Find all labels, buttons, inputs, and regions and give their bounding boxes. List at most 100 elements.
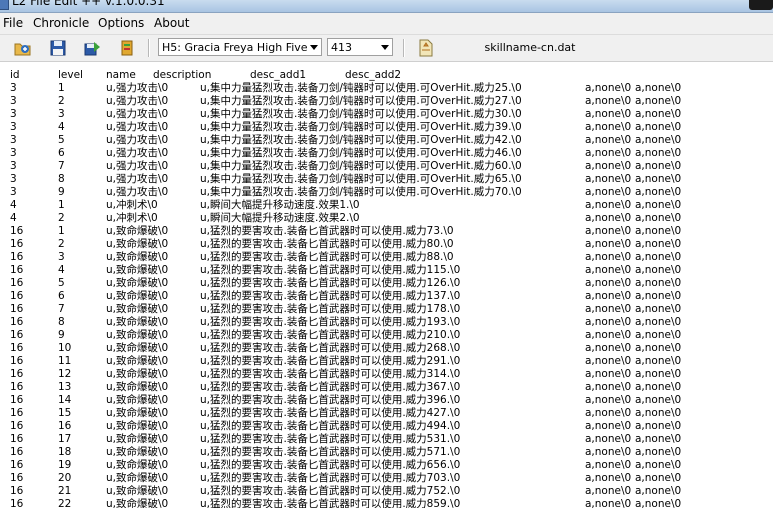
cell-id[interactable]: 16 (10, 290, 23, 303)
cell-id[interactable]: 4 (10, 212, 17, 225)
cell-description[interactable]: u,猛烈的要害攻击.装备匕首武器时可以使用.威力752.\0 (200, 485, 460, 498)
cell-id[interactable]: 16 (10, 407, 23, 420)
cell-id[interactable]: 16 (10, 420, 23, 433)
cell-level[interactable]: 5 (58, 277, 65, 290)
cell-description[interactable]: u,集中力量猛烈攻击.装备刀剑/钝器时可以使用.可OverHit.威力46.\0 (200, 147, 522, 160)
cell-desc-add2[interactable]: a,none\0 (635, 290, 681, 303)
cell-name[interactable]: u,强力攻击\0 (106, 173, 168, 186)
cell-desc-add2[interactable]: a,none\0 (635, 381, 681, 394)
cell-name[interactable]: u,强力攻击\0 (106, 108, 168, 121)
table-row[interactable]: 16 11 u,致命爆破\0 u,猛烈的要害攻击.装备匕首武器时可以使用.威力291.… (0, 355, 773, 368)
cell-id[interactable]: 16 (10, 459, 23, 472)
cell-description[interactable]: u,瞬间大幅提升移动速度.效果1.\0 (200, 199, 360, 212)
cell-description[interactable]: u,猛烈的要害攻击.装备匕首武器时可以使用.威力396.\0 (200, 394, 460, 407)
table-row[interactable]: 3 6 u,强力攻击\0 u,集中力量猛烈攻击.装备刀剑/钝器时可以使用.可OverH… (0, 147, 773, 160)
cell-name[interactable]: u,致命爆破\0 (106, 433, 168, 446)
cell-id[interactable]: 3 (10, 147, 17, 160)
cell-desc-add1[interactable]: a,none\0 (585, 342, 631, 355)
cell-name[interactable]: u,致命爆破\0 (106, 303, 168, 316)
cell-description[interactable]: u,猛烈的要害攻击.装备匕首武器时可以使用.威力314.\0 (200, 368, 460, 381)
cell-desc-add2[interactable]: a,none\0 (635, 355, 681, 368)
cell-desc-add1[interactable]: a,none\0 (585, 498, 631, 508)
save-icon[interactable] (48, 38, 68, 58)
table-row[interactable]: 4 2 u,冲刺术\0 u,瞬间大幅提升移动速度.效果2.\0 a,none\0 a,no… (0, 212, 773, 225)
cell-name[interactable]: u,致命爆破\0 (106, 420, 168, 433)
table-row[interactable]: 16 15 u,致命爆破\0 u,猛烈的要害攻击.装备匕首武器时可以使用.威力427.… (0, 407, 773, 420)
cell-description[interactable]: u,猛烈的要害攻击.装备匕首武器时可以使用.威力178.\0 (200, 303, 460, 316)
cell-level[interactable]: 4 (58, 121, 65, 134)
cell-description[interactable]: u,猛烈的要害攻击.装备匕首武器时可以使用.威力703.\0 (200, 472, 460, 485)
cell-name[interactable]: u,致命爆破\0 (106, 329, 168, 342)
cell-id[interactable]: 16 (10, 498, 23, 508)
cell-desc-add1[interactable]: a,none\0 (585, 459, 631, 472)
cell-id[interactable]: 16 (10, 368, 23, 381)
chronicle-select[interactable]: H5: Gracia Freya High Five (158, 38, 322, 56)
cell-desc-add2[interactable]: a,none\0 (635, 498, 681, 508)
cell-level[interactable]: 2 (58, 238, 65, 251)
cell-name[interactable]: u,致命爆破\0 (106, 381, 168, 394)
cell-description[interactable]: u,瞬间大幅提升移动速度.效果2.\0 (200, 212, 360, 225)
cell-level[interactable]: 9 (58, 329, 65, 342)
cell-desc-add2[interactable]: a,none\0 (635, 251, 681, 264)
version-select[interactable]: 413 (327, 38, 393, 56)
cell-level[interactable]: 15 (58, 407, 71, 420)
cell-description[interactable]: u,猛烈的要害攻击.装备匕首武器时可以使用.威力268.\0 (200, 342, 460, 355)
cell-desc-add2[interactable]: a,none\0 (635, 199, 681, 212)
table-row[interactable]: 16 9 u,致命爆破\0 u,猛烈的要害攻击.装备匕首武器时可以使用.威力210.\… (0, 329, 773, 342)
table-row[interactable]: 3 3 u,强力攻击\0 u,集中力量猛烈攻击.装备刀剑/钝器时可以使用.可OverH… (0, 108, 773, 121)
cell-level[interactable]: 8 (58, 316, 65, 329)
cell-id[interactable]: 16 (10, 394, 23, 407)
cell-desc-add2[interactable]: a,none\0 (635, 329, 681, 342)
column-header-desc-add2[interactable]: desc_add2 (345, 69, 401, 82)
cell-id[interactable]: 16 (10, 238, 23, 251)
cell-desc-add2[interactable]: a,none\0 (635, 316, 681, 329)
cell-name[interactable]: u,强力攻击\0 (106, 147, 168, 160)
cell-description[interactable]: u,猛烈的要害攻击.装备匕首武器时可以使用.威力531.\0 (200, 433, 460, 446)
table-row[interactable]: 4 1 u,冲刺术\0 u,瞬间大幅提升移动速度.效果1.\0 a,none\0 a,no… (0, 199, 773, 212)
cell-id[interactable]: 16 (10, 225, 23, 238)
menu-about[interactable]: About (154, 16, 189, 30)
cell-desc-add1[interactable]: a,none\0 (585, 329, 631, 342)
cell-level[interactable]: 1 (58, 225, 65, 238)
cell-desc-add2[interactable]: a,none\0 (635, 134, 681, 147)
cell-desc-add1[interactable]: a,none\0 (585, 303, 631, 316)
cell-level[interactable]: 1 (58, 199, 65, 212)
cell-description[interactable]: u,集中力量猛烈攻击.装备刀剑/钝器时可以使用.可OverHit.威力70.\0 (200, 186, 522, 199)
cell-description[interactable]: u,猛烈的要害攻击.装备匕首武器时可以使用.威力367.\0 (200, 381, 460, 394)
cell-desc-add2[interactable]: a,none\0 (635, 264, 681, 277)
cell-desc-add1[interactable]: a,none\0 (585, 316, 631, 329)
data-grid[interactable]: id level name description desc_add1 desc… (0, 62, 773, 508)
cell-id[interactable]: 16 (10, 485, 23, 498)
cell-desc-add2[interactable]: a,none\0 (635, 173, 681, 186)
cell-desc-add1[interactable]: a,none\0 (585, 420, 631, 433)
menu-chronicle[interactable]: Chronicle (33, 16, 89, 30)
cell-name[interactable]: u,致命爆破\0 (106, 368, 168, 381)
cell-description[interactable]: u,集中力量猛烈攻击.装备刀剑/钝器时可以使用.可OverHit.威力25.\0 (200, 82, 522, 95)
column-header-description[interactable]: description (153, 69, 211, 82)
cell-description[interactable]: u,猛烈的要害攻击.装备匕首武器时可以使用.威力193.\0 (200, 316, 460, 329)
cell-description[interactable]: u,集中力量猛烈攻击.装备刀剑/钝器时可以使用.可OverHit.威力39.\0 (200, 121, 522, 134)
table-row[interactable]: 16 21 u,致命爆破\0 u,猛烈的要害攻击.装备匕首武器时可以使用.威力752.… (0, 485, 773, 498)
cell-name[interactable]: u,致命爆破\0 (106, 355, 168, 368)
cell-id[interactable]: 16 (10, 342, 23, 355)
cell-description[interactable]: u,猛烈的要害攻击.装备匕首武器时可以使用.威力88.\0 (200, 251, 454, 264)
cell-name[interactable]: u,致命爆破\0 (106, 225, 168, 238)
cell-desc-add1[interactable]: a,none\0 (585, 277, 631, 290)
cell-description[interactable]: u,集中力量猛烈攻击.装备刀剑/钝器时可以使用.可OverHit.威力30.\0 (200, 108, 522, 121)
cell-level[interactable]: 1 (58, 82, 65, 95)
cell-name[interactable]: u,致命爆破\0 (106, 251, 168, 264)
table-row[interactable]: 16 3 u,致命爆破\0 u,猛烈的要害攻击.装备匕首武器时可以使用.威力88.\0… (0, 251, 773, 264)
cell-level[interactable]: 21 (58, 485, 71, 498)
table-row[interactable]: 16 10 u,致命爆破\0 u,猛烈的要害攻击.装备匕首武器时可以使用.威力268.… (0, 342, 773, 355)
cell-desc-add2[interactable]: a,none\0 (635, 459, 681, 472)
cell-desc-add1[interactable]: a,none\0 (585, 394, 631, 407)
table-row[interactable]: 16 18 u,致命爆破\0 u,猛烈的要害攻击.装备匕首武器时可以使用.威力571.… (0, 446, 773, 459)
cell-desc-add2[interactable]: a,none\0 (635, 472, 681, 485)
cell-id[interactable]: 3 (10, 134, 17, 147)
cell-description[interactable]: u,集中力量猛烈攻击.装备刀剑/钝器时可以使用.可OverHit.威力27.\0 (200, 95, 522, 108)
table-row[interactable]: 16 16 u,致命爆破\0 u,猛烈的要害攻击.装备匕首武器时可以使用.威力494.… (0, 420, 773, 433)
open-file-icon[interactable] (13, 38, 33, 58)
cell-level[interactable]: 7 (58, 160, 65, 173)
cell-level[interactable]: 6 (58, 147, 65, 160)
column-header-level[interactable]: level (58, 69, 83, 82)
